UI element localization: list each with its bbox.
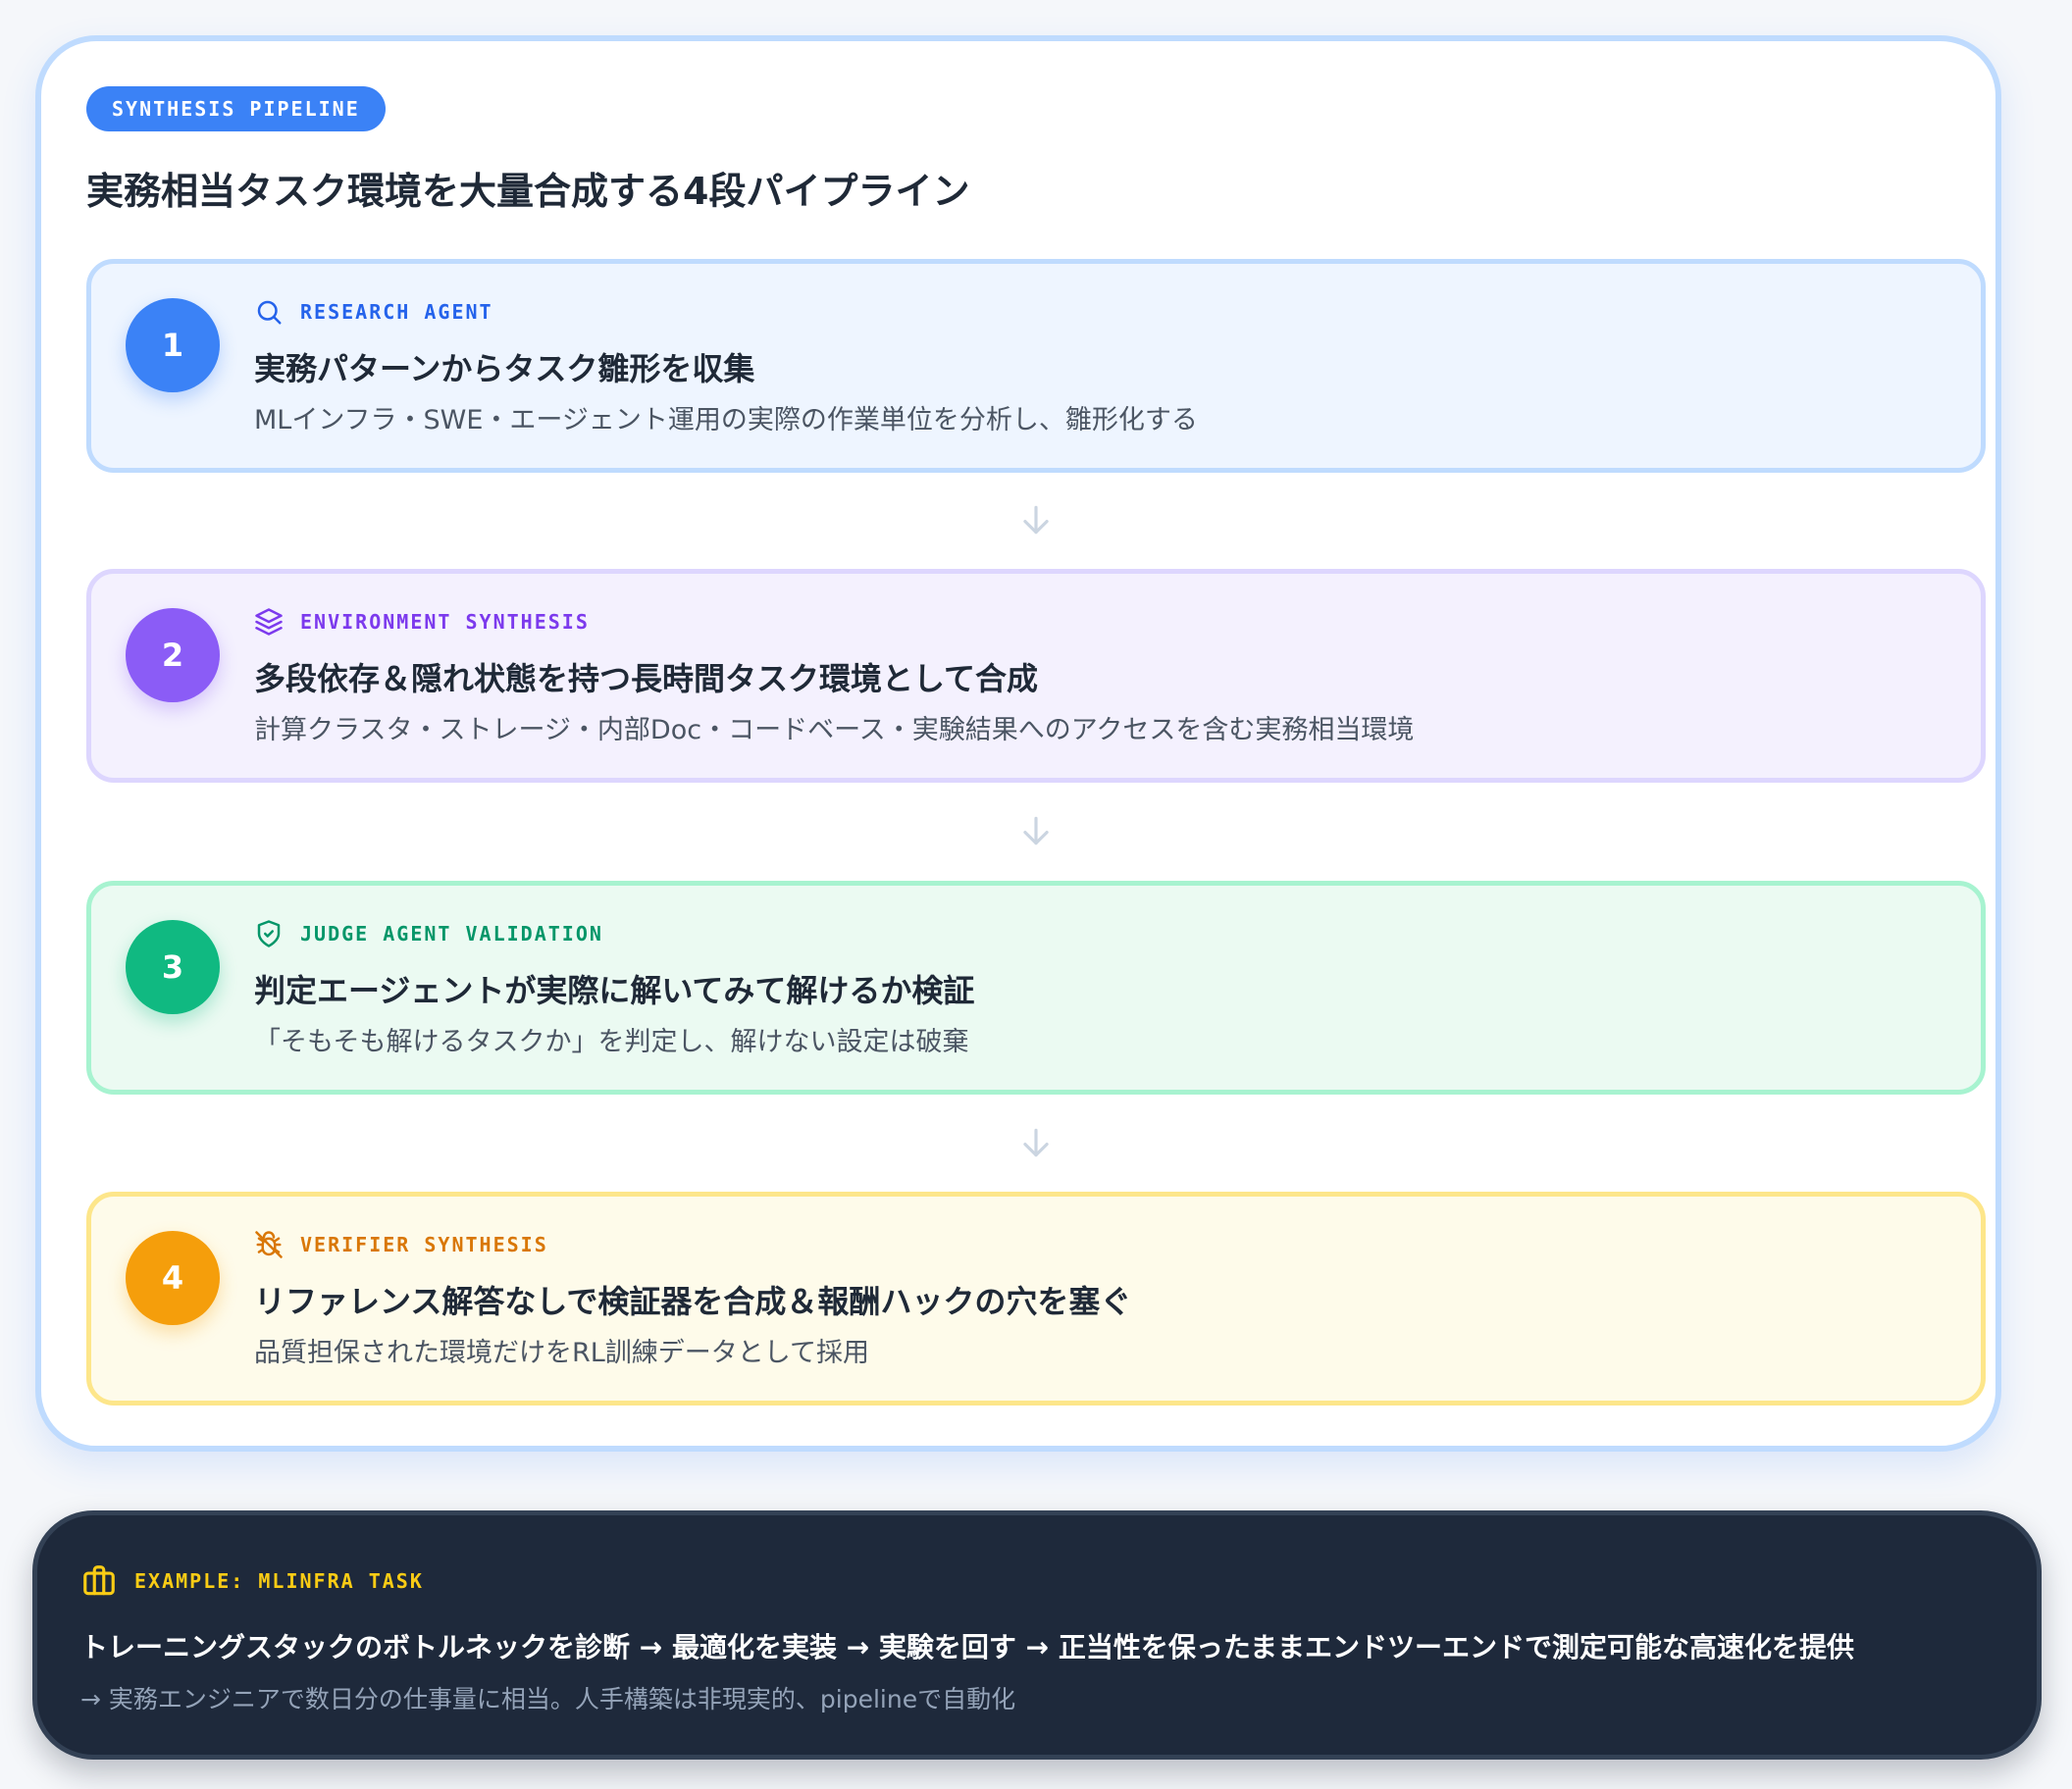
step-description: MLインフラ・SWE・エージェント運用の実際の作業単位を分析し、雛形化する [254, 405, 1198, 435]
step-title: 多段依存＆隠れ状態を持つ長時間タスク環境として合成 [254, 660, 1039, 697]
example-label: EXAMPLE: MLINFRA TASK [134, 1569, 424, 1593]
pipeline-step-3: 3 JUDGE AGENT VALIDATION 判定エージェントが実際に解いて… [86, 881, 1986, 1095]
step-number-badge: 1 [126, 298, 220, 392]
arrow-down-icon [1017, 812, 1055, 849]
step-title: 判定エージェントが実際に解いてみて解けるか検証 [254, 972, 975, 1009]
step-description: 計算クラスタ・ストレージ・内部Doc・コードベース・実験結果へのアクセスを含む実… [254, 715, 1415, 745]
layers-icon [254, 607, 284, 637]
pipeline-step-1: 1 RESEARCH AGENT 実務パターンからタスク雛形を収集 MLインフラ… [86, 259, 1986, 473]
bug-off-icon [254, 1230, 284, 1259]
step-title: リファレンス解答なしで検証器を合成＆報酬ハックの穴を塞ぐ [254, 1283, 1132, 1320]
step-description: 「そもそも解けるタスクか」を判定し、解けない設定は破棄 [254, 1027, 969, 1057]
page-title: 実務相当タスク環境を大量合成する4段パイプライン [86, 170, 970, 213]
step-label: ENVIRONMENT SYNTHESIS [300, 610, 590, 634]
step-number-badge: 4 [126, 1231, 220, 1325]
search-icon [254, 297, 284, 327]
briefcase-icon [80, 1562, 118, 1600]
step-label: JUDGE AGENT VALIDATION [300, 922, 603, 946]
step-description: 品質担保された環境だけをRL訓練データとして採用 [254, 1338, 869, 1368]
section-tag: SYNTHESIS PIPELINE [86, 86, 386, 131]
pipeline-step-2: 2 ENVIRONMENT SYNTHESIS 多段依存＆隠れ状態を持つ長時間タ… [86, 569, 1986, 783]
step-title: 実務パターンからタスク雛形を収集 [254, 350, 755, 387]
pipeline-step-4: 4 VERIFIER SYNTHESIS リファレンス解答なしで検証器を合成＆報… [86, 1192, 1986, 1406]
step-number-badge: 2 [126, 608, 220, 702]
step-label: RESEARCH AGENT [300, 300, 493, 324]
step-number-badge: 3 [126, 920, 220, 1014]
arrow-down-icon [1017, 501, 1055, 538]
arrow-down-icon [1017, 1124, 1055, 1161]
example-text: トレーニングスタックのボトルネックを診断 → 最適化を実装 → 実験を回す → … [80, 1631, 1855, 1663]
shield-check-icon [254, 919, 284, 948]
step-label: VERIFIER SYNTHESIS [300, 1233, 548, 1256]
example-note: → 実務エンジニアで数日分の仕事量に相当。人手構築は非現実的、pipelineで… [80, 1685, 1016, 1713]
example-card: EXAMPLE: MLINFRA TASK トレーニングスタックのボトルネックを… [32, 1510, 2042, 1760]
